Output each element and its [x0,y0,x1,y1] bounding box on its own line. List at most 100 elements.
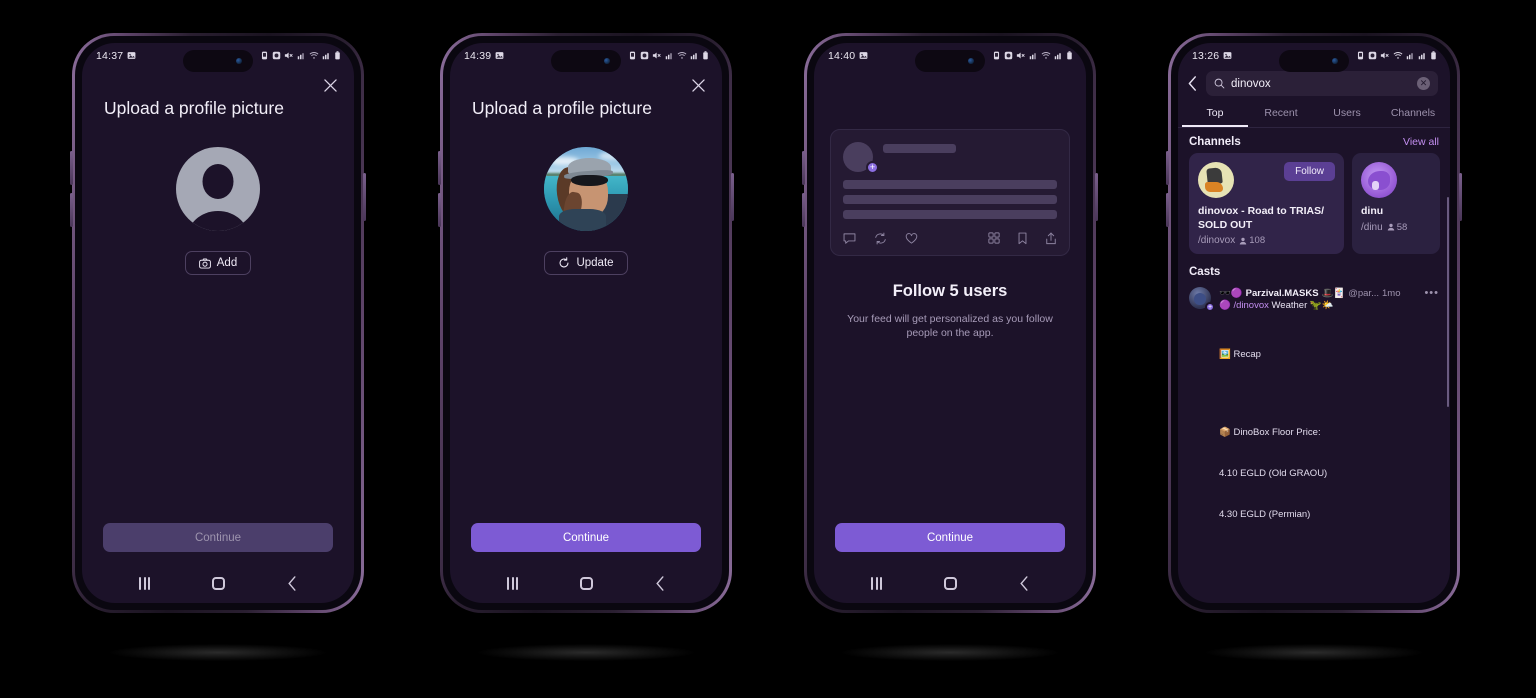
heart-icon[interactable] [905,232,918,245]
tab-users[interactable]: Users [1314,100,1380,127]
add-photo-button[interactable]: Add [184,251,252,275]
back-arrow-icon[interactable] [1187,76,1198,91]
power-button[interactable] [1459,173,1462,221]
signal-icon [665,53,672,60]
cast-channel-link[interactable]: /dinovox [1233,300,1268,311]
cast-item[interactable]: + 🕶️🟣 Parzival.MASKS 🎩🃏 @par... 1mo ••• [1178,283,1450,313]
skeleton-avatar: + [843,142,879,174]
volume-down-button[interactable] [438,193,441,227]
status-right [1356,51,1437,60]
skeleton-lines [883,142,1057,172]
phone-frame: 14:37 Upload a profile picture Add Conti… [70,33,366,613]
close-icon[interactable] [320,75,340,95]
phone-screen-1: 14:37 Upload a profile picture Add Conti… [82,43,354,603]
channel-card-dinu[interactable]: dinu /dinu 58 [1352,153,1440,255]
bookmark-icon[interactable] [1017,232,1028,245]
avatar[interactable]: + [1189,287,1215,313]
continue-label: Continue [562,531,610,544]
avatar[interactable] [544,147,628,231]
avatar[interactable] [176,147,260,231]
phone-screen-2: 14:39 Upload a profile picture Update Co… [450,43,722,603]
search-tabs: Top Recent Users Channels [1178,100,1450,128]
search-input[interactable]: dinovox ✕ [1206,71,1438,96]
subline-dot-emoji: 🟣 [1219,300,1231,312]
dinobox-price-title: 📦 DinoBox Floor Price: [1219,426,1321,438]
cast-handle: @par... [1348,287,1379,299]
continue-label: Continue [926,531,974,544]
tab-top[interactable]: Top [1182,100,1248,127]
clear-icon[interactable]: ✕ [1417,77,1430,90]
channels-title: Channels [1189,136,1241,148]
home-square-icon[interactable] [580,576,593,590]
follow-heading: Follow 5 users [892,282,1008,300]
volume-down-button[interactable] [70,193,73,227]
front-camera-icon [604,58,610,64]
dinovox-avatar [1198,162,1234,198]
more-dots-icon[interactable]: ••• [1424,287,1439,299]
home-square-icon[interactable] [212,576,225,590]
back-chevron-icon[interactable] [1019,575,1029,591]
channels-section-header: Channels View all [1178,128,1450,153]
follow-button[interactable]: Follow [1284,162,1335,181]
close-icon[interactable] [688,75,708,95]
cast-subline: 🟣 /dinovox Weather 🦖🌤️ [1219,300,1439,311]
photo-icon [1223,52,1232,59]
update-photo-button[interactable]: Update [544,251,628,275]
share-icon[interactable] [1045,232,1057,245]
phone-frame: 14:40 + Follow 5 users Your feed will ge… [802,33,1098,613]
cast-author[interactable]: Parzival.MASKS [1246,288,1319,299]
status-right [992,51,1073,60]
volume-up-button[interactable] [1166,151,1169,185]
recents-icon[interactable] [871,576,882,590]
grid-icon[interactable] [988,232,1000,244]
channel-card-dinovox[interactable]: Follow dinovox - Road to TRIAS/ SOLD OUT… [1189,153,1344,255]
tab-channels[interactable]: Channels [1380,100,1446,127]
volume-up-button[interactable] [70,151,73,185]
recents-icon[interactable] [507,576,518,590]
alarm-icon [1357,51,1364,60]
channel-member-count: 108 [1239,235,1265,246]
signal2-icon [690,53,697,60]
power-button[interactable] [1095,173,1098,221]
wifi-icon [309,52,319,59]
volume-up-button[interactable] [802,151,805,185]
scrollbar[interactable] [1447,197,1449,407]
photo-icon [495,52,504,59]
skeleton-top: + [843,142,1057,174]
home-square-icon[interactable] [944,576,957,590]
update-photo-row: Update [450,231,722,275]
status-left: 14:39 [464,50,504,62]
casts-section-header: Casts [1178,254,1450,283]
author-prefix-emoji: 🕶️🟣 [1219,287,1243,299]
photo-icon [127,52,136,59]
power-button[interactable] [363,173,366,221]
phone-2: 14:39 Upload a profile picture Update Co… [438,33,734,613]
recast-icon[interactable] [874,232,887,245]
battery-icon [1067,51,1072,60]
comment-icon[interactable] [843,232,856,245]
status-left: 14:37 [96,50,136,62]
phone-3: 14:40 + Follow 5 users Your feed will ge… [802,33,1098,613]
back-chevron-icon[interactable] [287,575,297,591]
back-chevron-icon[interactable] [655,575,665,591]
tab-recent[interactable]: Recent [1248,100,1314,127]
recents-icon[interactable] [139,576,150,590]
signal2-icon [1418,53,1425,60]
power-button[interactable] [731,173,734,221]
channels-carousel[interactable]: Follow dinovox - Road to TRIAS/ SOLD OUT… [1178,153,1450,255]
continue-button[interactable]: Continue [471,523,701,552]
volume-down-button[interactable] [1166,193,1169,227]
continue-button[interactable]: Continue [103,523,333,552]
volume-down-button[interactable] [802,193,805,227]
skeleton-line [843,180,1057,189]
battery-icon [1431,51,1436,60]
skeleton-line [843,195,1057,204]
camera-notch [183,50,253,72]
continue-button[interactable]: Continue [835,523,1065,552]
phone-4: 13:26 dinovox ✕ Top Recent Users Channel… [1166,33,1462,613]
follow-plus-icon[interactable]: + [1205,302,1215,313]
cast-body: 🕶️🟣 Parzival.MASKS 🎩🃏 @par... 1mo ••• 🟣 [1219,287,1439,311]
status-time: 13:26 [1192,49,1220,62]
view-all-link[interactable]: View all [1403,136,1439,148]
volume-up-button[interactable] [438,151,441,185]
